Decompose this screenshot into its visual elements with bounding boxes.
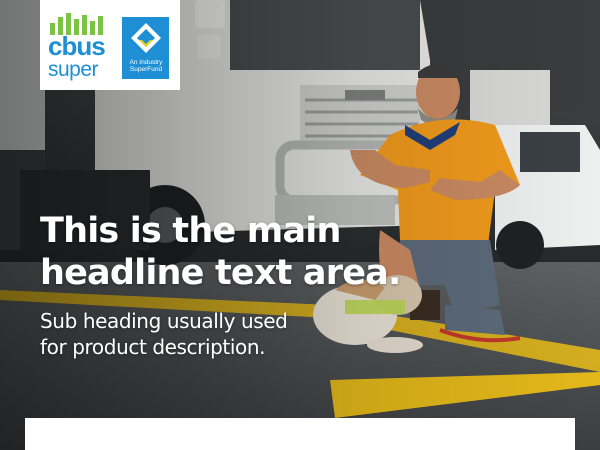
headline-line-1: This is the main [40, 211, 341, 251]
hero-subheading: Sub heading usually used for product des… [40, 308, 360, 360]
brand-name-cbus: cbus [48, 31, 106, 61]
badge-line-2: SuperFund [129, 66, 163, 73]
industry-superfund-diamond-icon [131, 23, 161, 53]
hero-banner: cbus super An Industry SuperFund This is… [0, 0, 600, 450]
hero-headline: This is the main headline text area. [40, 210, 420, 294]
headline-line-2: headline text area. [40, 253, 401, 293]
subheading-line-1: Sub heading usually used [40, 309, 288, 333]
industry-superfund-badge: An Industry SuperFund [122, 17, 169, 79]
content-card [25, 418, 575, 450]
badge-line-1: An Industry [129, 59, 163, 66]
cbus-super-logo[interactable]: cbus super An Industry SuperFund [40, 0, 180, 90]
subheading-line-2: for product description. [40, 335, 266, 359]
brand-name-super: super [48, 58, 99, 81]
